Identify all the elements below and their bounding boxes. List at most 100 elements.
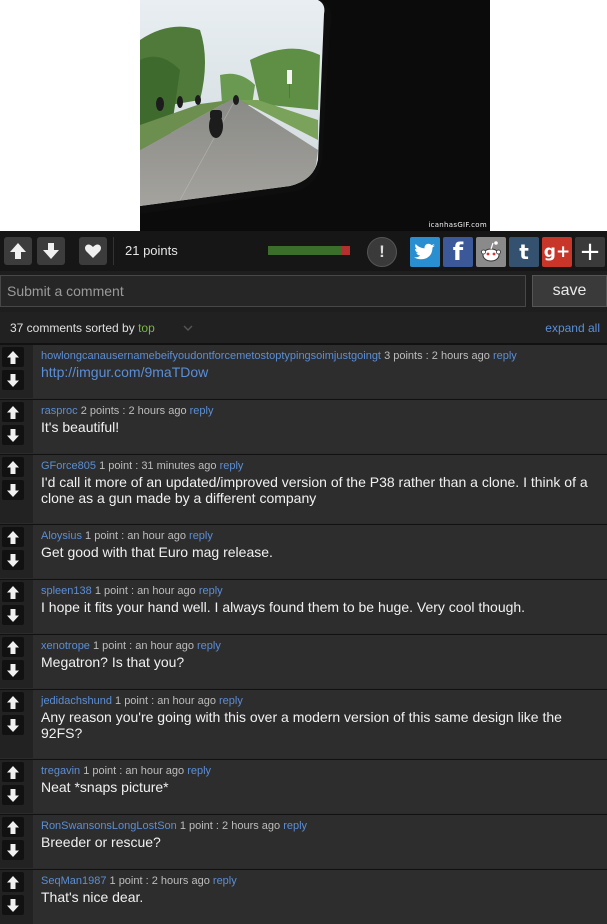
comment-meta: jedidachshund 1 point : an hour ago repl…	[41, 694, 599, 708]
comment-upvote-button[interactable]	[2, 582, 24, 602]
comment-upvote-button[interactable]	[2, 347, 24, 367]
facebook-share-button[interactable]: f	[443, 237, 473, 267]
comment-upvote-button[interactable]	[2, 817, 24, 837]
comment-username[interactable]: jedidachshund	[41, 695, 112, 707]
comment-time: an hour ago	[135, 640, 194, 652]
comment-downvote-button[interactable]	[2, 895, 24, 915]
score-bar-negative	[342, 246, 350, 255]
road-scene-image	[140, 0, 490, 231]
reply-link[interactable]: reply	[187, 765, 211, 777]
comment-time: an hour ago	[125, 765, 185, 777]
meta-separator: :	[215, 820, 219, 832]
comment-meta: Aloysius 1 point : an hour ago reply	[41, 529, 599, 543]
comment-points: 1 point	[83, 765, 117, 777]
comment-points: 1 point	[85, 530, 119, 542]
comment-item: jedidachshund 1 point : an hour ago repl…	[0, 689, 607, 758]
arrow-up-icon	[7, 820, 19, 834]
save-button[interactable]: save	[532, 275, 607, 307]
comment-downvote-button[interactable]	[2, 660, 24, 680]
comment-votes	[2, 457, 25, 503]
reply-link[interactable]: reply	[189, 530, 213, 542]
arrow-up-icon	[7, 695, 19, 709]
comment-username[interactable]: tregavin	[41, 765, 80, 777]
comment-link[interactable]: http://imgur.com/9maTDow	[41, 364, 599, 380]
tumblr-share-button[interactable]: t	[509, 237, 539, 267]
comment-username[interactable]: RonSwansonsLongLostSon	[41, 820, 177, 832]
comment-username[interactable]: Aloysius	[41, 530, 82, 542]
comment-username[interactable]: rasproc	[41, 405, 78, 417]
comment-body: tregavin 1 point : an hour ago reply Nea…	[33, 760, 607, 813]
comment-points: 1 point	[93, 640, 127, 652]
comment-username[interactable]: SeqMan1987	[41, 875, 106, 887]
arrow-down-icon	[7, 843, 19, 857]
comment-upvote-button[interactable]	[2, 872, 24, 892]
downvote-button[interactable]	[37, 237, 65, 265]
comment-votes	[2, 872, 25, 918]
comment-downvote-button[interactable]	[2, 370, 24, 390]
reply-link[interactable]: reply	[213, 875, 237, 887]
comment-item: rasproc 2 points : 2 hours ago reply It'…	[0, 399, 607, 453]
comment-item: SeqMan1987 1 point : 2 hours ago reply T…	[0, 869, 607, 924]
meta-separator: :	[122, 405, 126, 417]
reply-link[interactable]: reply	[283, 820, 307, 832]
upvote-button[interactable]	[4, 237, 32, 265]
comment-downvote-button[interactable]	[2, 785, 24, 805]
comment-text: Any reason you're going with this over a…	[41, 709, 562, 741]
twitter-share-button[interactable]	[410, 237, 440, 267]
comment-downvote-button[interactable]	[2, 605, 24, 625]
reply-link[interactable]: reply	[219, 695, 243, 707]
comment-points: 2 points	[80, 405, 120, 417]
comment-upvote-button[interactable]	[2, 637, 24, 657]
reply-link[interactable]: reply	[199, 585, 223, 597]
comment-text: I hope it fits your hand well. I always …	[41, 599, 526, 615]
googleplus-share-button[interactable]: g+	[542, 237, 572, 267]
reply-link[interactable]: reply	[190, 405, 214, 417]
arrow-up-icon	[7, 875, 19, 889]
comment-downvote-button[interactable]	[2, 480, 24, 500]
comment-upvote-button[interactable]	[2, 527, 24, 547]
report-button[interactable]: !	[367, 237, 397, 267]
comment-username[interactable]: spleen138	[41, 585, 92, 597]
comment-votes	[2, 527, 25, 573]
comment-upvote-button[interactable]	[2, 402, 24, 422]
comment-time: 2 hours ago	[431, 350, 490, 362]
meta-separator: :	[135, 460, 139, 472]
comment-username[interactable]: xenotrope	[41, 640, 90, 652]
arrow-down-icon	[43, 243, 59, 259]
comment-upvote-button[interactable]	[2, 762, 24, 782]
comment-votes	[2, 402, 25, 448]
reply-link[interactable]: reply	[197, 640, 221, 652]
comment-username[interactable]: GForce805	[41, 460, 96, 472]
comment-upvote-button[interactable]	[2, 692, 24, 712]
comment-item: xenotrope 1 point : an hour ago reply Me…	[0, 634, 607, 688]
more-share-button[interactable]: +	[575, 237, 605, 267]
reply-link[interactable]: reply	[220, 460, 244, 472]
comment-meta: spleen138 1 point : an hour ago reply	[41, 584, 599, 598]
gif-image: icanhasGIF.com	[140, 0, 490, 231]
comment-downvote-button[interactable]	[2, 425, 24, 445]
comment-body: rasproc 2 points : 2 hours ago reply It'…	[33, 400, 607, 453]
comment-input[interactable]	[0, 275, 526, 307]
expand-all-link[interactable]: expand all	[545, 321, 600, 335]
comment-time: an hour ago	[127, 530, 186, 542]
arrow-up-icon	[7, 350, 19, 364]
arrow-down-icon	[7, 608, 19, 622]
comment-downvote-button[interactable]	[2, 715, 24, 735]
reply-link[interactable]: reply	[493, 350, 517, 362]
post-points: 21 points	[125, 243, 178, 258]
comment-votes	[2, 762, 25, 808]
chevron-down-icon[interactable]	[183, 323, 193, 333]
comment-body: spleen138 1 point : an hour ago reply I …	[33, 580, 607, 633]
comment-downvote-button[interactable]	[2, 550, 24, 570]
comment-item: GForce805 1 point : 31 minutes ago reply…	[0, 454, 607, 523]
comment-item: howlongcanausernamebeifyoudontforcemetos…	[0, 344, 607, 398]
comment-downvote-button[interactable]	[2, 840, 24, 860]
reddit-alien-icon	[481, 241, 501, 262]
reddit-share-button[interactable]	[476, 237, 506, 267]
favorite-button[interactable]	[79, 237, 107, 265]
comment-upvote-button[interactable]	[2, 457, 24, 477]
comment-points: 3 points	[384, 350, 423, 362]
sort-option-top[interactable]: top	[138, 321, 155, 335]
comment-username[interactable]: howlongcanausernamebeifyoudontforcemetos…	[41, 350, 381, 362]
arrow-down-icon	[7, 898, 19, 912]
